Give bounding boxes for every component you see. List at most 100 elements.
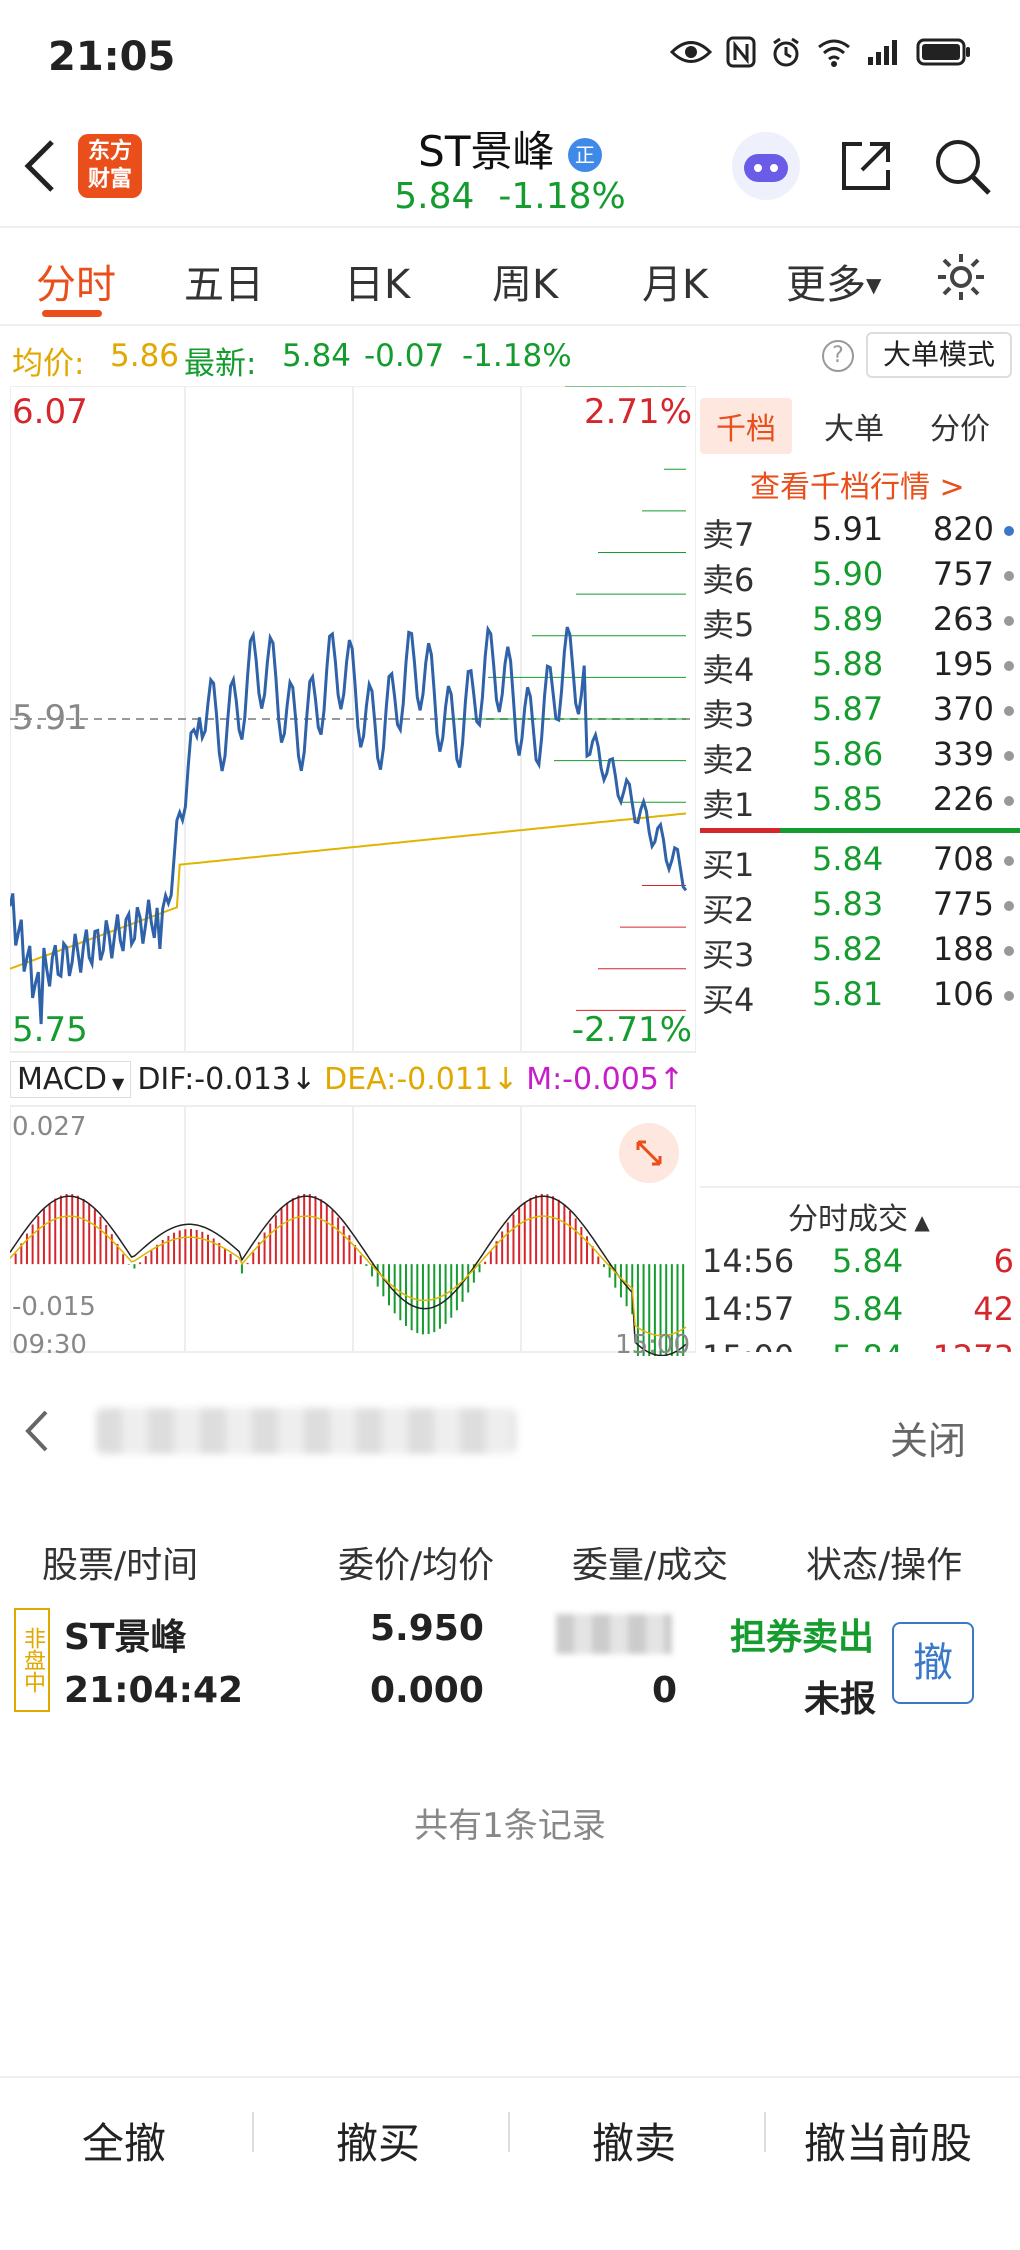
- expand-icon[interactable]: [618, 1122, 680, 1184]
- level-name: 买7: [702, 1116, 755, 1154]
- search-icon[interactable]: [930, 134, 994, 198]
- share-icon[interactable]: [836, 136, 896, 196]
- trade-time: 15:00: [702, 1338, 794, 1352]
- level-dot-icon: [1004, 901, 1014, 911]
- level-dot-icon: [1004, 1126, 1014, 1136]
- buy-level-row[interactable]: 买1 5.84 708: [702, 840, 1018, 884]
- trade-row: 15:00 5.84 1273: [702, 1338, 1018, 1352]
- battery-icon: [916, 38, 970, 66]
- header-stock-time: 股票/时间: [42, 1545, 199, 1586]
- bar-separator: [252, 2112, 254, 2152]
- trade-volume: 42: [973, 1290, 1014, 1328]
- trades-divider: [700, 1186, 1020, 1188]
- level-name: 买2: [702, 891, 755, 929]
- level-name: 买6: [702, 1071, 755, 1109]
- level-price: 5.81: [812, 975, 884, 1013]
- cancel-sell-button[interactable]: 撤卖: [592, 2110, 676, 2171]
- trades-title[interactable]: 分时成交 ▲: [788, 1194, 930, 1238]
- stock-name: ST景峰: [418, 127, 555, 176]
- level-name: 买1: [702, 846, 755, 884]
- level-name: 买8: [702, 1161, 755, 1186]
- latest-change-pct: -1.18%: [462, 338, 572, 374]
- avg-label: 均价:: [12, 346, 85, 382]
- bar-separator: [764, 2112, 766, 2152]
- cancel-order-button[interactable]: 撤: [892, 1622, 974, 1704]
- cancel-buy-button[interactable]: 撤买: [336, 2110, 420, 2171]
- tab-more[interactable]: 更多▼: [786, 252, 881, 310]
- chart-high-pct-label: 2.71%: [583, 392, 692, 432]
- trade-row: 14:57 5.84 42: [702, 1290, 1018, 1334]
- level-dot-icon: [1004, 946, 1014, 956]
- blurred-account-info: [96, 1408, 516, 1454]
- macd-selector[interactable]: MACD ▼: [10, 1060, 132, 1098]
- big-order-mode-button[interactable]: 大单模式: [866, 332, 1012, 378]
- help-icon[interactable]: ?: [822, 340, 854, 372]
- intraday-chart[interactable]: 6.07 2.71% 5.91 5.75 -2.71% MACD ▼ DIF:-…: [8, 385, 697, 1393]
- stock-price: 5.84: [394, 176, 475, 217]
- level-price: 5.83: [812, 885, 884, 923]
- level-dot-icon: [1004, 1036, 1014, 1046]
- level-name: 买4: [702, 981, 755, 1019]
- tab-daily-k[interactable]: 日K: [344, 252, 410, 310]
- tab-five-day[interactable]: 五日: [184, 252, 264, 310]
- time-end-label: 15:00: [615, 1330, 690, 1360]
- buy-level-row[interactable]: 买6 5.79 1281: [702, 1065, 1018, 1109]
- macd-top-label: 0.027: [12, 1112, 87, 1142]
- intraday-chart-svg: [8, 385, 697, 1393]
- order-avg-price: 0.000: [370, 1670, 484, 1711]
- buy-level-row[interactable]: 买7 5.78 1644: [702, 1110, 1018, 1154]
- trade-time: 14:57: [702, 1290, 795, 1328]
- depth-bars: [444, 385, 686, 1011]
- verified-badge-icon: 正: [567, 138, 602, 172]
- buy-level-row[interactable]: 买8 5.77 394: [702, 1155, 1018, 1186]
- buy-level-row[interactable]: 买2 5.83 775: [702, 885, 1018, 929]
- caret-down-icon: ▼: [106, 1073, 125, 1093]
- dif-line: [9, 1195, 687, 1357]
- panel-back-icon[interactable]: [22, 1408, 50, 1454]
- header-status-action: 状态/操作: [806, 1545, 963, 1586]
- trade-time: 14:56: [702, 1242, 795, 1280]
- level-price: 5.78: [812, 1110, 884, 1148]
- tab-weekly-k[interactable]: 周K: [492, 252, 558, 310]
- cancel-all-button[interactable]: 全撤: [82, 2110, 166, 2171]
- non-trading-tag: 非盘中: [14, 1608, 50, 1712]
- gear-icon[interactable]: [934, 250, 988, 304]
- tab-intraday[interactable]: 分时: [36, 252, 116, 310]
- trade-price: 5.84: [832, 1338, 903, 1352]
- panel-close-button[interactable]: 关闭: [890, 1410, 966, 1465]
- nfc-icon: [726, 36, 756, 68]
- level-dot-icon: [1004, 991, 1014, 1001]
- tab-monthly-k[interactable]: 月K: [642, 252, 708, 310]
- time-start-label: 09:30: [12, 1330, 87, 1360]
- robot-assistant-icon[interactable]: [730, 130, 802, 202]
- buy-level-row[interactable]: 买3 5.82 188: [702, 930, 1018, 974]
- level-volume: 1644: [912, 1110, 994, 1148]
- buy-level-row[interactable]: 买5 5.80 1218: [702, 1020, 1018, 1064]
- buy-level-row[interactable]: 买4 5.81 106: [702, 975, 1018, 1019]
- dea-line: [9, 1215, 687, 1337]
- order-price: 5.950: [370, 1608, 484, 1649]
- chart-high-label: 6.07: [12, 392, 88, 432]
- cancel-current-stock-button[interactable]: 撤当前股: [804, 2110, 972, 2171]
- latest-label: 最新:: [184, 346, 257, 382]
- m-value: M:-0.005: [526, 1061, 659, 1097]
- avg-value: 5.86: [110, 338, 180, 374]
- order-status: 未报: [804, 1679, 877, 1720]
- stock-change-pct: -1.18%: [498, 176, 626, 217]
- order-stock-name: ST景峰: [64, 1617, 187, 1658]
- trade-price: 5.84: [832, 1290, 904, 1328]
- macd-bars: [14, 1193, 685, 1393]
- status-bar: 21:05: [0, 0, 1020, 120]
- level-name: 买5: [702, 1026, 755, 1064]
- chart-low-label: 5.75: [12, 1010, 88, 1050]
- dif-value: DIF:-0.013: [137, 1061, 292, 1097]
- buy-levels: 买1 5.84 708 买2 5.83 775 买3 5.82 188 买4 5.81 106 买5 5.…: [700, 386, 1020, 1186]
- level-dot-icon: [1004, 856, 1014, 866]
- chart-grid: [9, 385, 697, 1353]
- trade-volume: 1273: [933, 1338, 1014, 1352]
- trade-row: 14:56 5.84 6: [702, 1242, 1018, 1286]
- order-book: 千档 大单 分价 查看千档行情 > 卖7 5.91 820 卖6 5.90 757 卖5 5.…: [700, 386, 1020, 1356]
- header-volume-filled: 委量/成交: [572, 1545, 729, 1586]
- dea-value: DEA:-0.011: [324, 1061, 494, 1097]
- level-price: 5.80: [812, 1020, 884, 1058]
